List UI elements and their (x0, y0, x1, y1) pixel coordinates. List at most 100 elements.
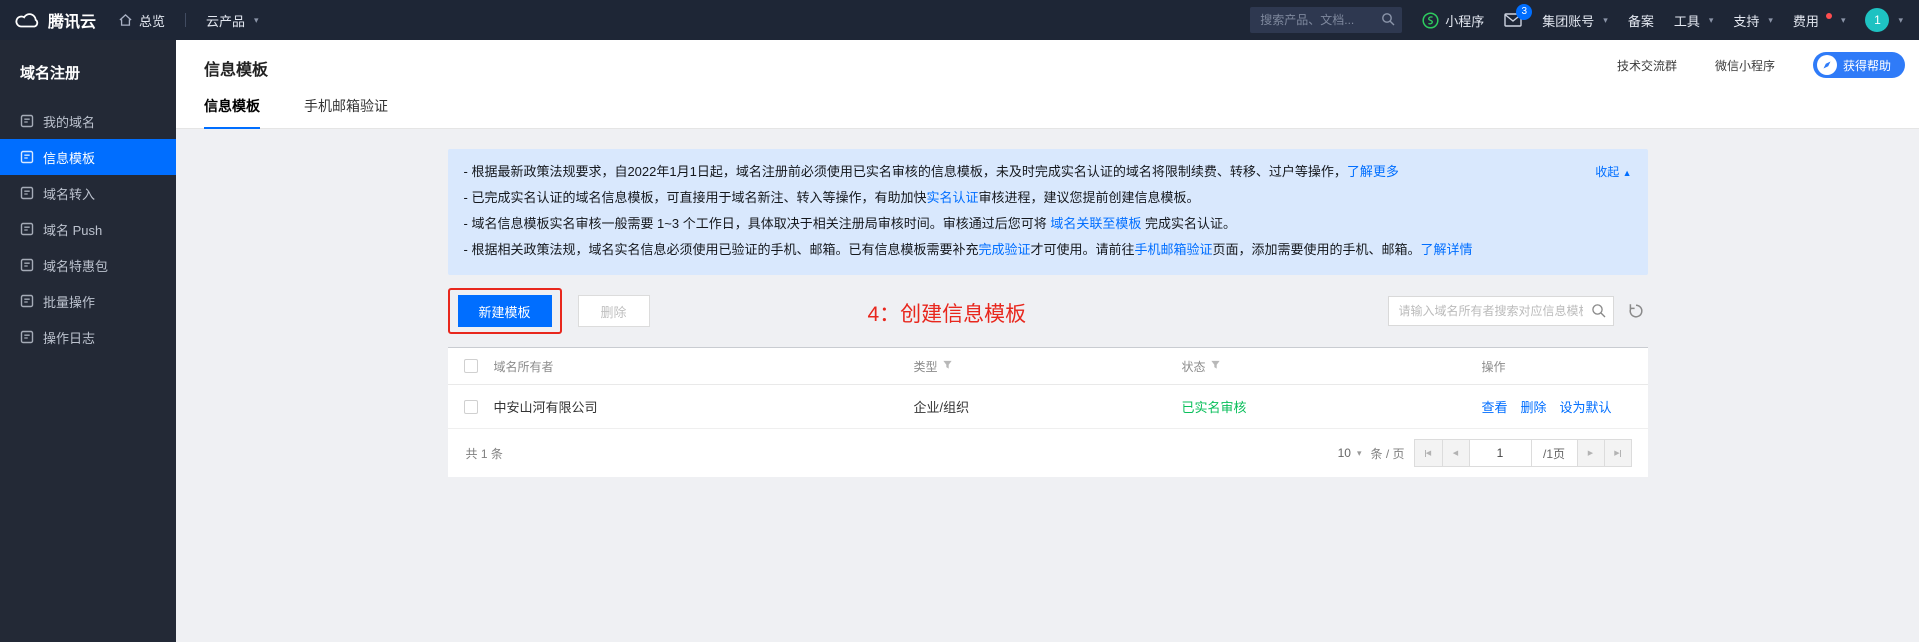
collapse-notice-button[interactable]: 收起 ▲ (1595, 159, 1631, 186)
info-template-icon (20, 150, 34, 164)
select-all-checkbox[interactable] (464, 359, 478, 373)
sidebar-item-domain-push[interactable]: 域名 Push (0, 211, 176, 247)
prev-page-button[interactable]: ◀ (1442, 440, 1469, 466)
nav-billing[interactable]: 费用 ▾ (1793, 11, 1846, 30)
notice-text: - 根据最新政策法规要求，自2022年1月1日起，域名注册前必须使用已实名审核的… (464, 164, 1347, 179)
chevron-down-icon: ▾ (1709, 15, 1714, 26)
row-action-2[interactable]: 设为默认 (1560, 400, 1612, 415)
sidebar-item-info-template[interactable]: 信息模板 (0, 139, 176, 175)
nav-cloud-products[interactable]: 云产品 ▾ (206, 11, 259, 30)
column-header-label: 状态 (1182, 358, 1221, 375)
page-size-select[interactable]: 10 ▾ (1338, 446, 1362, 460)
template-table: 域名所有者类型状态操作 中安山河有限公司企业/组织已实名审核查看删除设为默认 共… (448, 347, 1648, 477)
tab-info-template[interactable]: 信息模板 (204, 96, 260, 129)
table-body: 中安山河有限公司企业/组织已实名审核查看删除设为默认 (448, 385, 1648, 429)
pager-group: ◀ ◀ 1 /1页 ▶ ▶ (1414, 439, 1632, 467)
delete-button[interactable]: 删除 (578, 295, 650, 327)
refresh-button[interactable] (1624, 299, 1648, 323)
message-count-badge: 3 (1516, 4, 1532, 20)
nav-overview[interactable]: 总览 (118, 11, 165, 30)
user-menu[interactable]: 1 ▾ (1865, 8, 1903, 32)
table-row: 中安山河有限公司企业/组织已实名审核查看删除设为默认 (448, 385, 1648, 429)
sidebar-item-operation-logs[interactable]: 操作日志 (0, 319, 176, 355)
sidebar: 域名注册 我的域名信息模板域名转入域名 Push域名特惠包批量操作操作日志 (0, 40, 176, 642)
sidebar-item-domain-transfer-in[interactable]: 域名转入 (0, 175, 176, 211)
content: - 根据最新政策法规要求，自2022年1月1日起，域名注册前必须使用已实名审核的… (176, 129, 1919, 642)
tab-phone-email-verify[interactable]: 手机邮箱验证 (304, 96, 388, 129)
column-header-label: 域名所有者 (494, 358, 554, 375)
policy-notice: - 根据最新政策法规要求，自2022年1月1日起，域名注册前必须使用已实名审核的… (448, 149, 1648, 275)
sidebar-menu: 我的域名信息模板域名转入域名 Push 域名特惠包批量操作操作日志 (0, 103, 176, 355)
sidebar-item-batch-operations[interactable]: 批量操作 (0, 283, 176, 319)
nav-messages[interactable]: 3 (1504, 13, 1522, 27)
chevron-down-icon: ▾ (1357, 448, 1362, 459)
nav-tools-label: 工具 (1674, 11, 1700, 30)
filter-icon[interactable] (942, 359, 953, 373)
notice-link[interactable]: 完成验证 (978, 242, 1030, 257)
sidebar-item-label: 域名转入 (43, 184, 95, 203)
create-template-button[interactable]: 新建模板 (458, 295, 552, 327)
sidebar-item-label: 域名 Push (43, 220, 102, 239)
next-page-button[interactable]: ▶ (1577, 440, 1604, 466)
nav-group-account[interactable]: 集团账号 ▾ (1542, 11, 1608, 30)
nav-billing-label: 费用 (1793, 11, 1819, 30)
column-header-label: 操作 (1482, 358, 1506, 375)
notice-link[interactable]: 实名认证 (926, 190, 978, 205)
sidebar-item-label: 批量操作 (43, 292, 95, 311)
column-header-status: 状态 (1182, 358, 1482, 375)
global-search-input[interactable] (1250, 7, 1402, 33)
sidebar-item-my-domains[interactable]: 我的域名 (0, 103, 176, 139)
row-checkbox[interactable] (464, 400, 478, 414)
chevron-down-icon: ▾ (254, 15, 259, 26)
row-checkbox-cell (448, 400, 494, 414)
link-tech-group[interactable]: 技术交流群 (1617, 57, 1677, 74)
last-page-button[interactable]: ▶ (1604, 440, 1631, 466)
filter-icon[interactable] (1210, 359, 1221, 373)
nav-tools[interactable]: 工具 ▾ (1674, 11, 1714, 30)
batch-operations-icon (20, 294, 34, 308)
row-action-0[interactable]: 查看 (1482, 400, 1508, 415)
notice-link[interactable]: 手机邮箱验证 (1134, 242, 1212, 257)
column-label: 操作 (1482, 358, 1506, 375)
sidebar-item-label: 操作日志 (43, 328, 95, 347)
home-icon (118, 13, 133, 27)
page-head: 信息模板 技术交流群 微信小程序 获得帮助 信息模板 手机邮箱验证 (176, 40, 1919, 129)
nav-overview-label: 总览 (139, 11, 165, 30)
chevron-down-icon: ▾ (1841, 15, 1846, 26)
notice-link[interactable]: 了解更多 (1347, 164, 1399, 179)
first-page-button[interactable]: ◀ (1415, 440, 1442, 466)
per-page-label: 条 / 页 (1370, 445, 1404, 462)
search-icon[interactable] (1591, 303, 1606, 321)
collapse-label: 收起 (1595, 165, 1619, 179)
my-domains-icon (20, 114, 34, 128)
row-action-1[interactable]: 删除 (1521, 400, 1547, 415)
notice-link[interactable]: 了解详情 (1421, 242, 1473, 257)
nav-support[interactable]: 支持 ▾ (1733, 11, 1773, 30)
link-wechat-miniprogram[interactable]: 微信小程序 (1715, 57, 1775, 74)
column-label: 状态 (1182, 358, 1206, 375)
chevron-down-icon: ▾ (1898, 15, 1903, 26)
get-help-button[interactable]: 获得帮助 (1813, 52, 1905, 78)
column-label: 域名所有者 (494, 358, 554, 375)
sidebar-item-domain-discount-package[interactable]: 域名特惠包 (0, 247, 176, 283)
nav-cloud-products-label: 云产品 (206, 11, 245, 30)
brand-logo[interactable]: 腾讯云 (0, 8, 118, 32)
avatar: 1 (1865, 8, 1889, 32)
nav-mini-program-label: 小程序 (1445, 11, 1484, 30)
total-pages-label: /1页 (1531, 440, 1577, 466)
topbar: 腾讯云 总览 云产品 ▾ 小程序 3 集 (0, 0, 1919, 40)
column-header-owner: 域名所有者 (494, 358, 914, 375)
chevron-down-icon: ▾ (1768, 15, 1773, 26)
notice-text: - 已完成实名认证的域名信息模板，可直接用于域名新注、转入等操作，有助加快 (464, 190, 927, 205)
search-icon[interactable] (1381, 12, 1395, 29)
current-page-input[interactable]: 1 (1469, 440, 1531, 466)
sidebar-item-label: 信息模板 (43, 148, 95, 167)
tabs: 信息模板 手机邮箱验证 (176, 96, 1919, 129)
nav-support-label: 支持 (1733, 11, 1759, 30)
template-search-input[interactable] (1388, 296, 1614, 326)
pagination: 共 1 条 10 ▾ 条 / 页 ◀ ◀ 1 /1页 (448, 429, 1648, 477)
notice-link[interactable]: 域名关联至模板 (1050, 216, 1141, 231)
nav-beian[interactable]: 备案 (1628, 11, 1654, 30)
total-count: 共 1 条 (466, 445, 503, 462)
nav-mini-program[interactable]: 小程序 (1422, 11, 1484, 30)
